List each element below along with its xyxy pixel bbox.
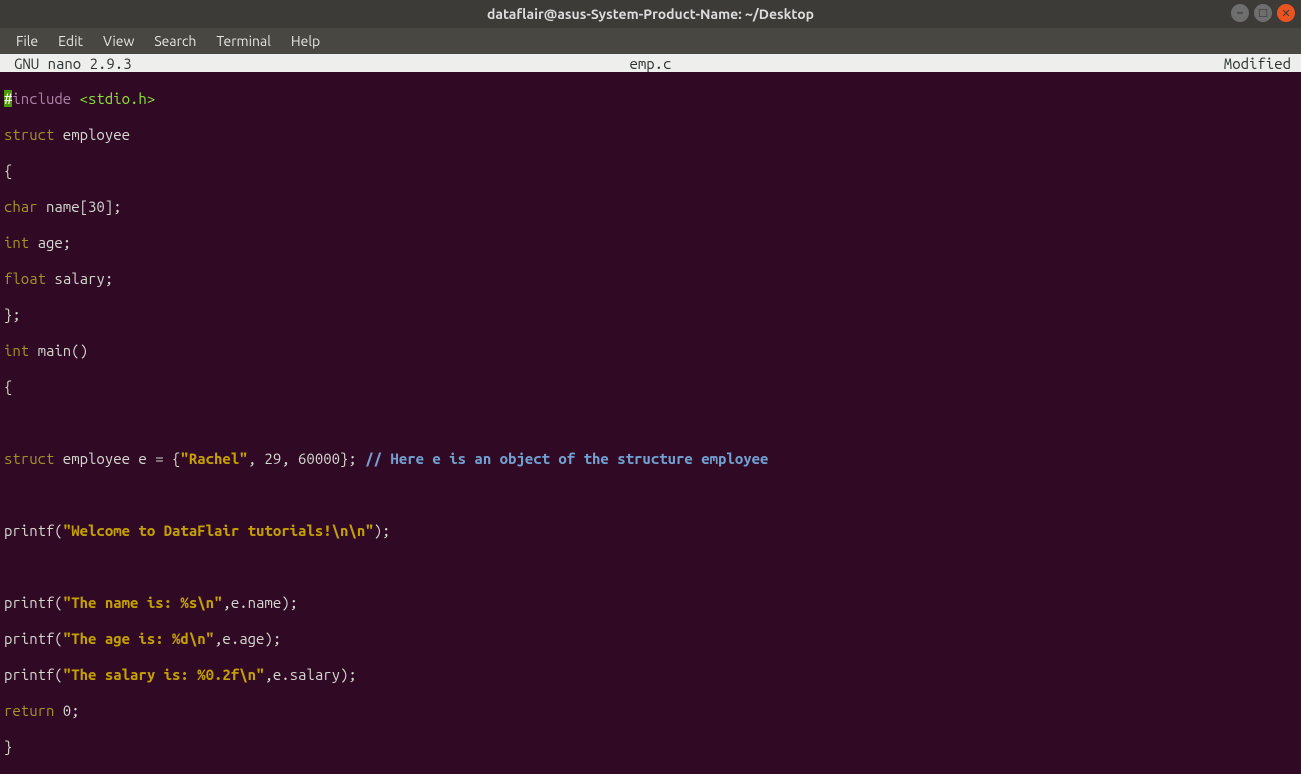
menu-file[interactable]: File <box>6 31 48 51</box>
close-icon[interactable]: ✕ <box>1277 4 1295 22</box>
blank-line <box>4 558 1297 576</box>
identifier: employee <box>54 126 130 143</box>
type-token: int <box>4 342 29 359</box>
code-line: #include <stdio.h> <box>4 90 1297 108</box>
string-literal: "The salary is: %0.2f\n" <box>63 666 265 683</box>
function-sig: main() <box>29 342 88 359</box>
string-literal: "Welcome to DataFlair tutorials!\n\n" <box>63 522 374 539</box>
declaration: salary; <box>46 270 113 287</box>
call: printf( <box>4 522 63 539</box>
blank-line <box>4 414 1297 432</box>
code-line: printf("The age is: %d\n",e.age); <box>4 630 1297 648</box>
code-line: int main() <box>4 342 1297 360</box>
call: printf( <box>4 630 63 647</box>
code-text: 0; <box>54 702 79 719</box>
call: printf( <box>4 594 63 611</box>
code-line: { <box>4 378 1297 396</box>
code-line: struct employee e = {"Rachel", 29, 60000… <box>4 450 1297 468</box>
window-titlebar: dataflair@asus-System-Product-Name: ~/De… <box>0 0 1301 28</box>
keyword: include <box>12 90 79 107</box>
code-text: , 29, 60000}; <box>248 450 366 467</box>
code-text: ); <box>374 522 391 539</box>
code-line: { <box>4 162 1297 180</box>
keyword: return <box>4 702 54 719</box>
string-literal: "Rachel" <box>180 450 247 467</box>
blank-line <box>4 486 1297 504</box>
string-literal: "The age is: %d\n" <box>63 630 214 647</box>
keyword: struct <box>4 450 54 467</box>
code-line: } <box>4 738 1297 756</box>
keyword: struct <box>4 126 54 143</box>
code-line: }; <box>4 306 1297 324</box>
code-line: char name[30]; <box>4 198 1297 216</box>
nano-status-bar: GNU nano 2.9.3 emp.c Modified <box>0 54 1301 72</box>
menu-bar: File Edit View Search Terminal Help <box>0 28 1301 54</box>
menu-edit[interactable]: Edit <box>48 31 93 51</box>
maximize-icon[interactable]: ☐ <box>1254 4 1272 22</box>
menu-terminal[interactable]: Terminal <box>206 31 281 51</box>
type-token: char <box>4 198 38 215</box>
code-line: printf("The salary is: %0.2f\n",e.salary… <box>4 666 1297 684</box>
window-controls: – ☐ ✕ <box>1231 4 1295 22</box>
code-text: ,e.name); <box>222 594 298 611</box>
minimize-icon[interactable]: – <box>1231 4 1249 22</box>
code-line: printf("The name is: %s\n",e.name); <box>4 594 1297 612</box>
comment: // Here e is an object of the structure … <box>365 450 768 467</box>
string-literal: "The name is: %s\n" <box>63 594 223 611</box>
declaration: age; <box>29 234 71 251</box>
code-text: employee e = { <box>54 450 180 467</box>
code-line: struct employee <box>4 126 1297 144</box>
header-token: <stdio.h> <box>80 90 156 107</box>
code-line: float salary; <box>4 270 1297 288</box>
editor-area[interactable]: #include <stdio.h> struct employee { cha… <box>0 72 1301 691</box>
code-text: ,e.age); <box>214 630 281 647</box>
code-line: return 0; <box>4 702 1297 720</box>
code-line: printf("Welcome to DataFlair tutorials!\… <box>4 522 1297 540</box>
call: printf( <box>4 666 63 683</box>
declaration: name[30]; <box>38 198 122 215</box>
nano-modified: Modified <box>1224 55 1291 72</box>
code-text: ,e.salary); <box>264 666 356 683</box>
menu-search[interactable]: Search <box>144 31 206 51</box>
menu-view[interactable]: View <box>93 31 144 51</box>
code-line: int age; <box>4 234 1297 252</box>
type-token: int <box>4 234 29 251</box>
nano-filename: emp.c <box>0 55 1301 72</box>
type-token: float <box>4 270 46 287</box>
nano-version: GNU nano 2.9.3 <box>14 55 132 72</box>
window-title: dataflair@asus-System-Product-Name: ~/De… <box>487 6 814 22</box>
menu-help[interactable]: Help <box>281 31 330 51</box>
